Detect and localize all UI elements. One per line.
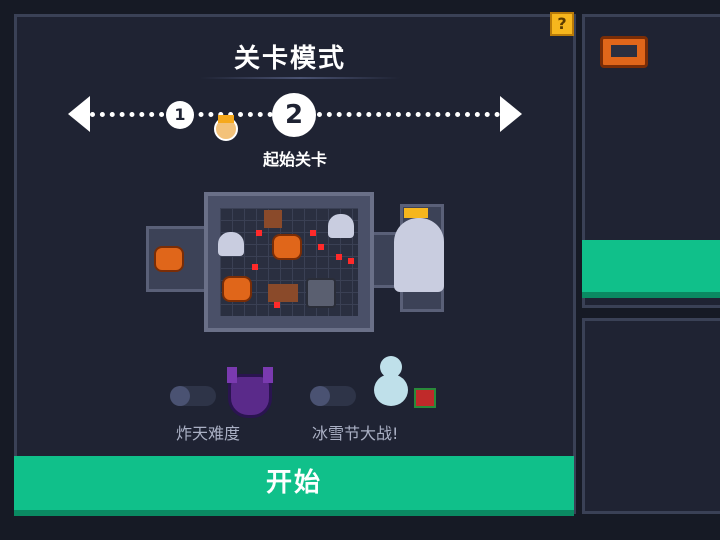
bullet-spark [348, 258, 354, 264]
ghost-enemy-icon [218, 232, 244, 256]
snow-battle-label: 冰雪节大战! [312, 424, 399, 443]
previous-stage-arrow-icon[interactable] [68, 96, 90, 132]
bullet-spark [256, 230, 262, 236]
page-title: 关卡模式 [233, 44, 346, 74]
hard-mode-label: 炸天难度 [176, 424, 241, 443]
crate-icon [264, 210, 282, 228]
start-button[interactable]: 开始 [14, 456, 574, 516]
player-avatar-icon [214, 115, 238, 141]
ghost-enemy-icon [328, 214, 354, 238]
bullet-spark [252, 264, 258, 270]
treasure-box-icon[interactable] [600, 36, 648, 68]
pumpkin-enemy-icon [222, 276, 252, 302]
side-action-button[interactable] [582, 240, 720, 298]
next-stage-arrow-icon[interactable] [500, 96, 522, 132]
ghost-king-boss-icon [394, 208, 444, 292]
selected-stage-label: 起始关卡 [262, 150, 327, 169]
gift-icon [414, 388, 436, 408]
stage-node-1[interactable]: 1 [166, 101, 194, 129]
knight-player-icon [306, 278, 336, 308]
pumpkin-enemy-icon [272, 234, 302, 260]
crate-icon [268, 284, 298, 302]
pumpkin-enemy-icon [154, 246, 184, 272]
stage-node-2[interactable]: 2 [272, 93, 316, 137]
help-button[interactable]: ? [550, 12, 574, 36]
bullet-spark [318, 244, 324, 250]
bullet-spark [310, 230, 316, 236]
bullet-spark [336, 254, 342, 260]
hard-mode-toggle[interactable] [170, 386, 216, 406]
demon-helmet-icon [227, 367, 273, 418]
snow-battle-toggle[interactable] [310, 386, 356, 406]
snowman-icon [372, 356, 412, 408]
side-panel-bottom [582, 318, 720, 514]
bullet-spark [274, 302, 280, 308]
title-divider [200, 77, 400, 79]
